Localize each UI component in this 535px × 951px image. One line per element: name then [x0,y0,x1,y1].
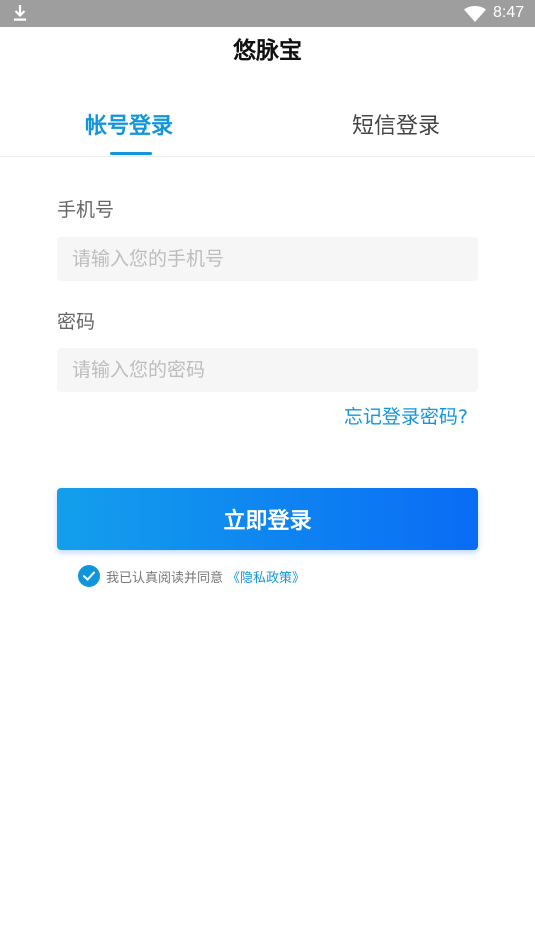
password-label: 密码 [57,311,96,333]
login-button[interactable]: 立即登录 [57,488,478,550]
phone-input[interactable] [57,237,478,281]
tab-account-login[interactable]: 帐号登录 [85,112,173,142]
status-time: 8:47 [493,4,525,21]
forgot-password-link[interactable]: 忘记登录密码? [344,404,468,430]
checkbox-checked-icon[interactable] [78,565,100,587]
status-bar: 8:47 [0,0,535,27]
login-tabs: 帐号登录 短信登录 [0,98,535,157]
phone-label: 手机号 [57,199,115,221]
agreement-text: 我已认真阅读并同意 [106,570,224,586]
wifi-icon [464,6,486,22]
password-input[interactable] [57,348,478,392]
agreement-row: 我已认真阅读并同意 《隐私政策》 [78,565,305,587]
download-icon [14,5,26,21]
tab-sms-login[interactable]: 短信登录 [352,112,440,142]
privacy-policy-link[interactable]: 《隐私政策》 [227,567,305,586]
active-tab-indicator [110,152,152,155]
app-title: 悠脉宝 [233,38,302,64]
